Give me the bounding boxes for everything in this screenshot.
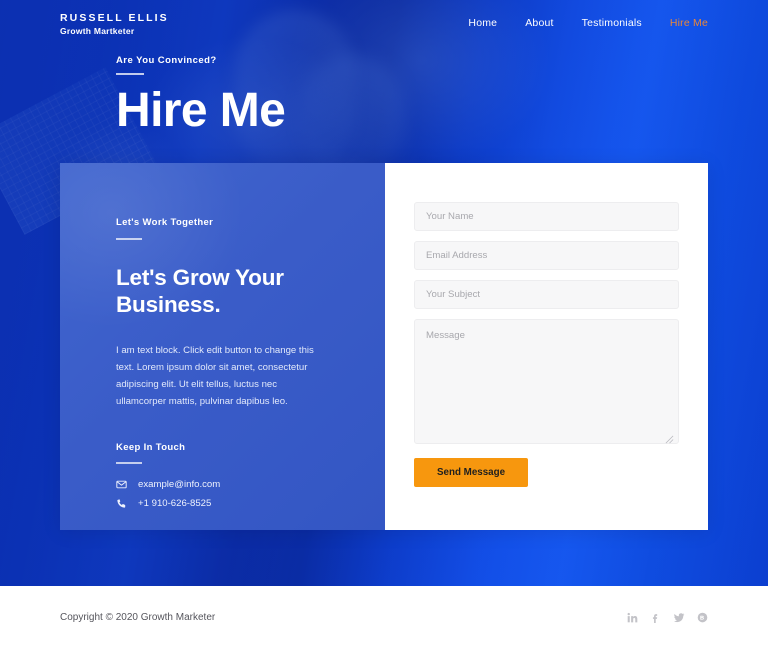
linkedin-icon[interactable] [627,612,638,623]
message-textarea[interactable] [414,319,679,444]
keep-in-touch-heading: Keep In Touch [116,442,186,454]
nav-item-hire-me[interactable]: Hire Me [670,17,708,29]
hero-divider [116,73,144,75]
nav-item-about[interactable]: About [525,17,553,29]
nav-item-home[interactable]: Home [468,17,497,29]
page-title: Hire Me [116,84,286,137]
contact-card: Let's Work Together Let's Grow Your Busi… [60,163,708,530]
site-footer: Copyright © 2020 Growth Marketer [0,586,768,648]
contact-email-value: example@info.com [138,479,221,491]
nav-links: Home About Testimonials Hire Me [468,17,708,29]
email-input[interactable] [414,241,679,270]
panel-kicker: Let's Work Together [116,217,214,228]
contact-list: example@info.com +1 910-626-8525 [116,479,359,509]
envelope-icon [116,479,127,490]
hero-section: RUSSELL ELLIS Growth Martketer Home Abou… [0,0,768,586]
page-root: RUSSELL ELLIS Growth Martketer Home Abou… [0,0,768,648]
contact-email-row[interactable]: example@info.com [116,479,359,490]
phone-icon [116,498,127,509]
facebook-icon[interactable] [650,612,661,623]
top-navigation-bar: RUSSELL ELLIS Growth Martketer Home Abou… [0,0,768,46]
logo-name: RUSSELL ELLIS [60,12,169,24]
nav-item-testimonials[interactable]: Testimonials [582,17,642,29]
social-links [627,612,708,623]
contact-phone-value: +1 910-626-8525 [138,498,212,510]
site-logo[interactable]: RUSSELL ELLIS Growth Martketer [60,12,169,36]
contact-phone-row[interactable]: +1 910-626-8525 [116,498,359,509]
name-input[interactable] [414,202,679,231]
contact-form: Send Message [414,202,679,487]
panel-body-text: I am text block. Click edit button to ch… [116,344,314,408]
hero-kicker: Are You Convinced? [116,55,217,66]
panel-heading: Let's Grow Your Business. [116,265,284,318]
message-field-wrapper [414,319,679,444]
twitter-icon[interactable] [673,612,685,623]
logo-tagline: Growth Martketer [60,25,135,36]
subject-input[interactable] [414,280,679,309]
contact-form-panel: Send Message [385,163,708,530]
send-message-button[interactable]: Send Message [414,458,529,487]
keep-in-touch-divider [116,462,142,465]
copyright-text: Copyright © 2020 Growth Marketer [60,611,216,623]
behance-icon[interactable] [697,612,708,623]
panel-kicker-divider [116,238,142,240]
contact-info-panel: Let's Work Together Let's Grow Your Busi… [60,163,385,530]
